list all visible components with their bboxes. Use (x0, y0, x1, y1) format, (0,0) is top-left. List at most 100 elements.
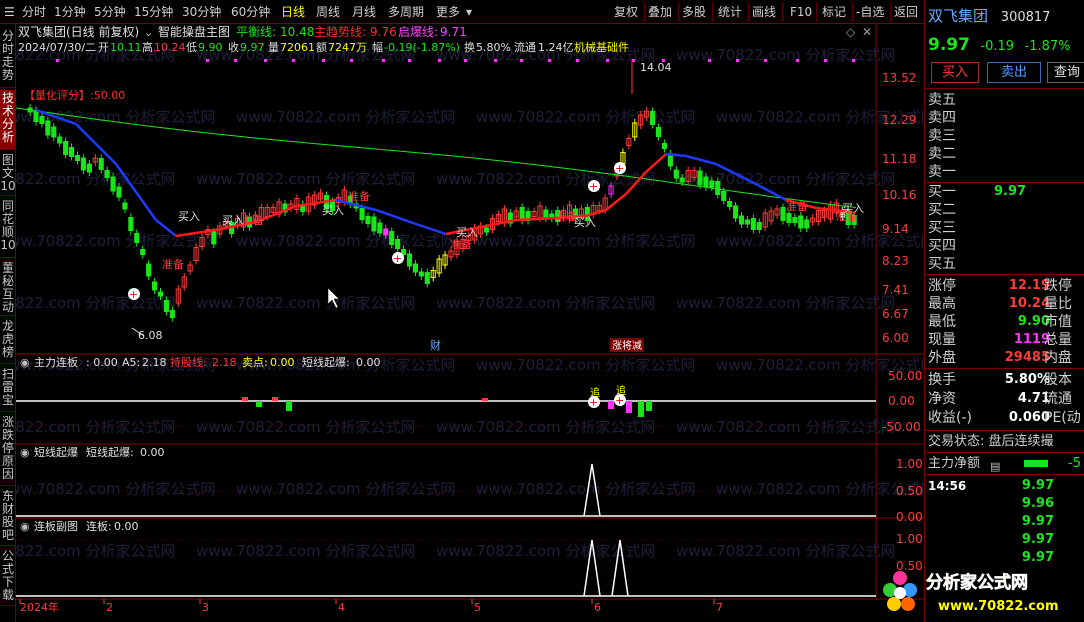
logo-title: 分析家公式网 (926, 572, 1028, 593)
diamond-icon[interactable]: ◇ (846, 25, 856, 39)
remove-watchlist-button[interactable]: -自选 (856, 3, 884, 21)
query-button[interactable]: 查询 (1047, 62, 1084, 83)
tab-weekly[interactable]: 周线 (316, 3, 340, 21)
tab-fenshi[interactable]: 分时 (22, 3, 46, 21)
watermark-text: www.70822.com 分析家公式网 (436, 294, 656, 312)
f10-button[interactable]: F10 (790, 3, 812, 21)
chart-area[interactable]: www.70822.com 分析家公式网 www.70822.com 分析家公式网… (0, 24, 936, 606)
finance-event-marker[interactable]: 财 (430, 338, 441, 352)
chart-stock-title: 双飞集团(日线 前复权) (18, 24, 139, 39)
limit-reduce-marker[interactable]: 涨将减 (612, 340, 642, 352)
buy-level-4[interactable]: 买四 (928, 236, 1084, 256)
sidebar-tab-saoleibao[interactable]: 扫雷宝 (0, 366, 16, 412)
candle-body (715, 181, 721, 195)
menu-icon[interactable]: ☰ (4, 3, 15, 21)
chevron-down-icon[interactable]: ⌄ (144, 26, 153, 39)
sub1-title[interactable]: 主力连板 (34, 355, 78, 369)
sidebar-tab-tuwen[interactable]: 图文10 (0, 152, 16, 196)
buy-level-3[interactable]: 买三 (928, 218, 1084, 238)
buy-level-2[interactable]: 买二 (928, 200, 1084, 220)
circle-icon[interactable]: ◉ (20, 446, 30, 459)
sidebar-tab-guba[interactable]: 东财股吧 (0, 488, 16, 546)
info-float: 1.24亿 (538, 41, 574, 54)
sidebar-tab-technical[interactable]: 技术分析 (0, 90, 16, 150)
buy-button[interactable]: 买入 (931, 62, 979, 83)
candle-body (45, 120, 51, 136)
stat-label-2: PE(动 (1044, 410, 1081, 426)
sidebar-tab-dongmi[interactable]: 董秘互动 (0, 260, 16, 316)
tab-30min[interactable]: 30分钟 (182, 3, 221, 21)
quote-stat-row: 收益(-) 0.060 PE(动 (928, 408, 1084, 428)
candle-body (733, 205, 739, 219)
price-tick: 7.41 (882, 283, 909, 297)
sub3-value: 0.00 (114, 520, 139, 533)
net-flow-label[interactable]: 主力净额 (928, 456, 980, 471)
tab-multi-period[interactable]: 多周期 (388, 3, 424, 21)
sub1-bar (482, 398, 488, 401)
tab-monthly[interactable]: 月线 (352, 3, 376, 21)
sub2-title[interactable]: 短线起爆 (34, 445, 78, 459)
candle-body (110, 176, 116, 192)
tab-more[interactable]: 更多 (436, 3, 460, 21)
watermark-text: www.70822.com 分析家公式网 (476, 480, 696, 498)
candle-body (738, 215, 745, 225)
stat-label-2: 总量 (1044, 332, 1072, 348)
sell-level-1[interactable]: 卖一 (928, 162, 1084, 182)
tab-daily[interactable]: 日线 (281, 3, 305, 21)
mark-button[interactable]: 标记 (822, 3, 846, 21)
indicator-trend-value: 9.76 (370, 25, 397, 39)
last-price: 9.97 (928, 35, 970, 55)
tab-60min[interactable]: 60分钟 (231, 3, 270, 21)
sidebar-tab-fenshi[interactable]: 分时走势 (0, 28, 16, 88)
fuquan-button[interactable]: 复权 (614, 3, 638, 21)
high-price-label: 14.04 (640, 61, 672, 74)
chart-formula-name[interactable]: 智能操盘主图 (158, 24, 230, 39)
tab-1min[interactable]: 1分钟 (54, 3, 86, 21)
stats-button[interactable]: 统计 (718, 3, 742, 21)
sidebar-tab-tonghuashun[interactable]: 同花顺10 (0, 198, 16, 258)
sidebar-tab-longhubang[interactable]: 龙虎榜 (0, 318, 16, 364)
info-low-label: 低 (186, 41, 197, 54)
buy-level-5[interactable]: 买五 (928, 254, 1084, 274)
chevron-down-icon[interactable]: ▾ (466, 3, 472, 21)
quote-stat-row: 换手 5.80% 股本 (928, 370, 1084, 390)
back-button[interactable]: 返回 (894, 3, 918, 21)
info-float-label: 流通 (514, 40, 536, 54)
multi-stock-button[interactable]: 多股 (682, 3, 706, 21)
sell-level-3[interactable]: 卖三 (928, 126, 1084, 146)
info-amt-label: 额 (316, 41, 327, 54)
sidebar-tab-formula[interactable]: 公式下载 (0, 548, 16, 606)
ready-signal: 准备 (242, 213, 264, 227)
draw-line-button[interactable]: 画线 (752, 3, 776, 21)
candle-body (703, 176, 709, 188)
sell-level-4[interactable]: 卖四 (928, 108, 1084, 128)
tab-5min[interactable]: 5分钟 (94, 3, 126, 21)
price-change-pct: -1.87% (1024, 39, 1071, 54)
stat-label: 净资 (928, 391, 956, 407)
quote-stat-row: 最高 10.24 量比 (928, 294, 1084, 314)
date-tick: 2 (106, 601, 113, 614)
info-close: 9.97 (240, 41, 265, 54)
sub1-value: : 0.00 (86, 356, 118, 369)
circle-icon[interactable]: ◉ (20, 520, 30, 533)
buy-level-1[interactable]: 买一 9.97 (928, 182, 1084, 202)
price-tick: 11.18 (882, 152, 916, 166)
sub2-axis-tick: 0.00 (896, 510, 923, 524)
sell-level-2[interactable]: 卖二 (928, 144, 1084, 164)
left-vertical-tabs: 分时走势 技术分析 图文10 同花顺10 董秘互动 龙虎榜 扫雷宝 涨跌停原因 … (0, 24, 16, 622)
tab-15min[interactable]: 15分钟 (134, 3, 173, 21)
overlay-button[interactable]: 叠加 (648, 3, 672, 21)
sell-button[interactable]: 卖出 (987, 62, 1041, 83)
candle-body (146, 263, 152, 277)
candle-body (211, 231, 217, 245)
info-sector[interactable]: 机械基础件 (574, 40, 629, 54)
sub3-title[interactable]: 连板副图 (34, 519, 78, 533)
plus-circle-icon: + (392, 252, 404, 265)
circle-icon[interactable]: ◉ (20, 356, 30, 369)
close-icon[interactable]: ✕ (862, 25, 872, 39)
sell-level-5[interactable]: 卖五 (928, 90, 1084, 110)
sidebar-tab-zhangdie[interactable]: 涨跌停原因 (0, 414, 16, 486)
sub1-bar (242, 397, 248, 401)
candle-body (104, 170, 110, 178)
stat-label-2: 量比 (1044, 296, 1072, 312)
